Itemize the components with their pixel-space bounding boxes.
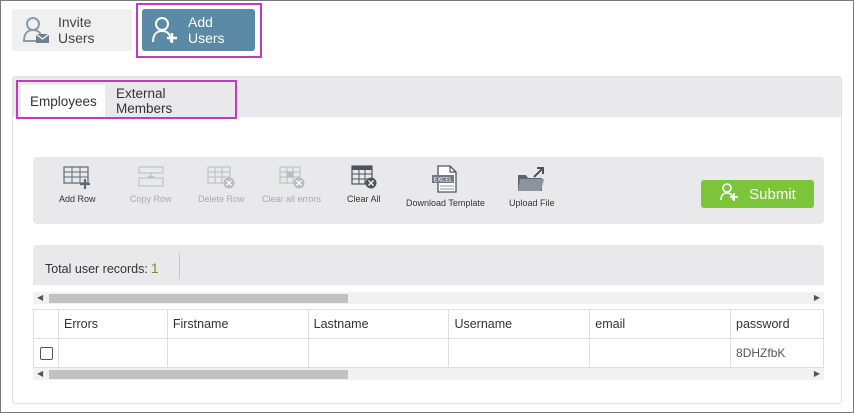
records-bar: Total user records: 1: [33, 245, 824, 285]
bottom-horizontal-scrollbar[interactable]: ◀ ▶: [33, 368, 824, 380]
invite-user-icon: [22, 15, 50, 45]
tab-employees-label: Employees: [30, 93, 97, 109]
submit-label: Submit: [749, 185, 796, 203]
table-row: 8DHZfbK: [33, 338, 824, 368]
panel-tab-bar: Employees External Members: [13, 77, 841, 119]
user-table: Errors Firstname Lastname Username email…: [33, 309, 824, 368]
copy-row-icon: [136, 165, 166, 189]
add-row-label: Add Row: [59, 194, 96, 204]
cell-username[interactable]: [448, 338, 591, 368]
scrollbar-thumb[interactable]: [49, 370, 348, 379]
scroll-right-icon[interactable]: ▶: [814, 294, 820, 302]
clear-all-icon: [349, 165, 379, 189]
scroll-left-icon[interactable]: ◀: [37, 370, 43, 378]
submit-button[interactable]: Submit: [701, 180, 814, 208]
cell-firstname[interactable]: [166, 338, 309, 368]
clear-all-label: Clear All: [347, 194, 381, 204]
records-divider: [179, 253, 180, 279]
scroll-right-icon[interactable]: ▶: [814, 370, 820, 378]
tab-external-members[interactable]: External Members: [107, 85, 233, 117]
table-header-row: Errors Firstname Lastname Username email…: [33, 309, 824, 339]
total-records-count: 1: [150, 260, 159, 276]
upload-file-label: Upload File: [509, 198, 555, 208]
add-row-button[interactable]: Add Row: [59, 165, 96, 204]
add-users-label: Add Users: [188, 14, 225, 46]
scrollbar-thumb[interactable]: [49, 294, 348, 303]
column-header-firstname[interactable]: Firstname: [166, 309, 309, 339]
row-checkbox[interactable]: [40, 347, 53, 361]
total-records: Total user records: 1: [45, 260, 159, 276]
cell-email[interactable]: [589, 338, 732, 368]
download-template-button[interactable]: EXCEL Download Template: [406, 165, 485, 208]
download-template-label: Download Template: [406, 198, 485, 208]
column-header-errors[interactable]: Errors: [57, 309, 168, 339]
add-user-icon: [719, 182, 739, 206]
invite-users-label: Invite Users: [58, 14, 95, 46]
row-select-cell: [33, 338, 59, 368]
clear-errors-icon: [277, 165, 307, 189]
tab-employees[interactable]: Employees: [21, 85, 105, 117]
upload-folder-icon: [516, 165, 548, 193]
column-header-username[interactable]: Username: [448, 309, 591, 339]
scroll-left-icon[interactable]: ◀: [37, 294, 43, 302]
total-records-label: Total user records:: [45, 262, 148, 276]
upload-file-button[interactable]: Upload File: [509, 165, 555, 208]
svg-text:EXCEL: EXCEL: [434, 177, 453, 184]
copy-row-label: Copy Row: [130, 194, 172, 204]
add-user-icon: [150, 15, 180, 45]
select-column-header: [33, 309, 59, 339]
top-horizontal-scrollbar[interactable]: ◀ ▶: [33, 292, 824, 304]
column-header-password[interactable]: password: [730, 309, 824, 339]
cell-errors[interactable]: [57, 338, 168, 368]
cell-lastname[interactable]: [307, 338, 450, 368]
column-header-lastname[interactable]: Lastname: [307, 309, 450, 339]
clear-errors-label: Clear all errors: [262, 194, 322, 204]
excel-file-icon: EXCEL: [430, 165, 460, 193]
invite-users-tab[interactable]: Invite Users: [12, 9, 132, 51]
column-header-email[interactable]: email: [589, 309, 732, 339]
delete-row-label: Delete Row: [198, 194, 245, 204]
add-row-icon: [62, 165, 92, 189]
clear-all-button[interactable]: Clear All: [347, 165, 381, 204]
user-grid: Errors Firstname Lastname Username email…: [33, 309, 824, 368]
copy-row-button[interactable]: Copy Row: [130, 165, 172, 204]
cell-password[interactable]: 8DHZfbK: [730, 338, 824, 368]
delete-row-icon: [206, 165, 236, 189]
grid-toolbar: Add Row Copy Row Delete Row Clear all er…: [33, 157, 824, 224]
delete-row-button[interactable]: Delete Row: [198, 165, 245, 204]
main-panel: Employees External Members Add Row Copy …: [12, 76, 842, 404]
clear-all-errors-button[interactable]: Clear all errors: [262, 165, 321, 204]
tab-external-members-label: External Members: [116, 86, 173, 116]
add-users-tab[interactable]: Add Users: [142, 9, 255, 51]
